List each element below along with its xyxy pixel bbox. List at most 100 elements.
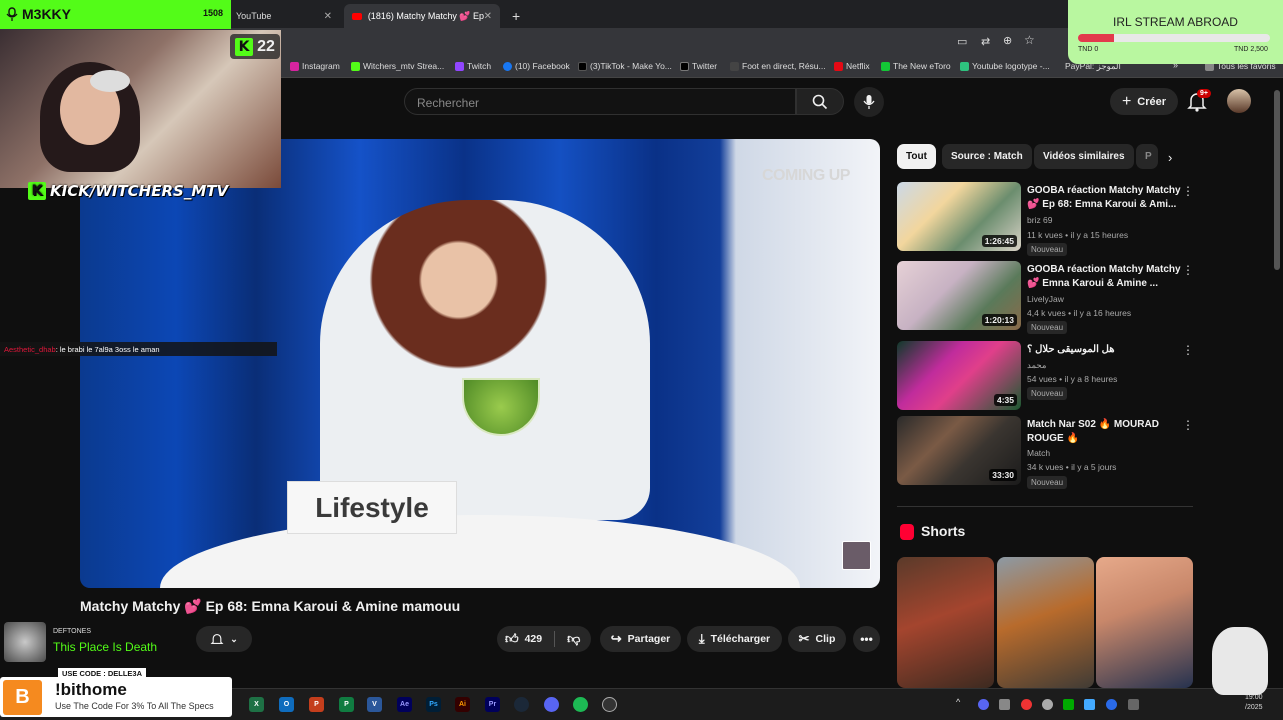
recommendation-item[interactable]: 1:20:13 GOOBA réaction Matchy Matchy 💕 E… bbox=[897, 261, 1197, 334]
spotify-icon[interactable] bbox=[573, 697, 588, 712]
illustrator-icon[interactable]: Ai bbox=[455, 697, 470, 712]
page-scrollbar[interactable] bbox=[1274, 90, 1280, 270]
recommendation-channel[interactable]: briz 69 bbox=[1027, 215, 1053, 225]
search-icon bbox=[812, 94, 828, 109]
chip-all[interactable]: Tout bbox=[897, 144, 936, 169]
recommendation-title[interactable]: Match Nar S02 🔥 MOURAD ROUGE 🔥 bbox=[1027, 418, 1187, 446]
recommendation-channel[interactable]: Match bbox=[1027, 448, 1050, 458]
tray-app-icon[interactable] bbox=[1042, 699, 1053, 710]
short-thumbnail[interactable] bbox=[997, 557, 1094, 688]
more-vertical-icon[interactable]: ⋮ bbox=[1182, 184, 1194, 198]
bookmark-etoro[interactable]: The New eToro bbox=[881, 61, 951, 71]
tray-app-icon[interactable] bbox=[1063, 699, 1074, 710]
tray-app-icon[interactable] bbox=[1021, 699, 1032, 710]
like-dislike-group: 👍︎ 429 👎︎ bbox=[497, 626, 591, 652]
shorts-heading: Shorts bbox=[921, 523, 966, 539]
bookmark-foot[interactable]: Foot en direct, Résu... bbox=[730, 61, 826, 71]
system-clock[interactable]: 19:00 /2025 bbox=[1245, 693, 1263, 713]
search-button[interactable] bbox=[796, 88, 844, 115]
share-button[interactable]: ↪ Partager bbox=[600, 626, 681, 652]
photoshop-icon[interactable]: Ps bbox=[426, 697, 441, 712]
powerpoint-icon[interactable]: P bbox=[309, 697, 324, 712]
bookmark-star-icon[interactable]: ☆ bbox=[1024, 33, 1035, 47]
recommendation-item[interactable]: 4:35 هل الموسيقى حلال ؟ محمد 54 vues • i… bbox=[897, 341, 1197, 411]
recommendation-channel[interactable]: LivelyJaw bbox=[1027, 294, 1064, 304]
chip-related-videos[interactable]: Vidéos similaires bbox=[1034, 144, 1134, 169]
steam-icon[interactable] bbox=[514, 697, 529, 712]
video-duration: 33:30 bbox=[989, 469, 1017, 481]
thumb-down-icon: 👎︎ bbox=[567, 631, 581, 646]
premiere-icon[interactable]: Pr bbox=[485, 697, 500, 712]
video-duration: 4:35 bbox=[993, 394, 1017, 406]
visio-icon[interactable]: V bbox=[367, 697, 382, 712]
bookmark-tiktok[interactable]: (3)TikTok - Make Yo... bbox=[578, 61, 672, 71]
short-thumbnail[interactable] bbox=[897, 557, 994, 688]
more-vertical-icon[interactable]: ⋮ bbox=[1182, 418, 1194, 432]
chip-source-match[interactable]: Source : Match bbox=[942, 144, 1032, 169]
new-badge: Nouveau bbox=[1027, 476, 1068, 489]
search-input[interactable]: Rechercher bbox=[404, 88, 796, 115]
chevron-down-icon: ⌄ bbox=[230, 633, 238, 644]
voice-search-button[interactable] bbox=[854, 87, 884, 117]
zoom-icon[interactable]: ⊕ bbox=[1003, 34, 1012, 47]
excel-icon[interactable]: X bbox=[249, 697, 264, 712]
bookmark-facebook[interactable]: (10) Facebook bbox=[503, 61, 570, 71]
chip-more[interactable]: P bbox=[1136, 144, 1158, 169]
bookmark-netflix[interactable]: Netflix bbox=[834, 61, 870, 71]
account-avatar[interactable] bbox=[1227, 89, 1251, 113]
bookmark-youtube-logotype[interactable]: Youtube logotype -... bbox=[960, 61, 1050, 71]
tab-youtube[interactable]: YouTube ✕ bbox=[228, 4, 340, 28]
close-tab-icon[interactable]: ✕ bbox=[484, 11, 492, 22]
discord-icon[interactable] bbox=[544, 697, 559, 712]
tray-app-icon[interactable] bbox=[1128, 699, 1139, 710]
like-button[interactable]: 👍︎ 429 bbox=[505, 631, 542, 647]
clip-button[interactable]: ✂ Clip bbox=[788, 626, 846, 652]
tray-app-icon[interactable] bbox=[1084, 699, 1095, 710]
bluetooth-icon[interactable] bbox=[1106, 699, 1117, 710]
microphone-icon bbox=[863, 95, 875, 109]
translate-icon[interactable]: ⇄ bbox=[981, 35, 990, 48]
short-thumbnail[interactable] bbox=[1096, 557, 1193, 688]
video-thumbnail[interactable]: 1:20:13 bbox=[897, 261, 1021, 330]
bookmark-twitch[interactable]: Twitch bbox=[455, 61, 491, 71]
recommendation-channel[interactable]: محمد bbox=[1027, 360, 1046, 371]
chat-text: : le brabi le 7al9a 3oss le aman bbox=[55, 345, 160, 354]
goal-title: IRL STREAM ABROAD bbox=[1113, 15, 1238, 29]
video-thumbnail[interactable]: 1:26:45 bbox=[897, 182, 1021, 251]
recommendation-title[interactable]: GOOBA réaction Matchy Matchy 💕 Emna Karo… bbox=[1027, 263, 1187, 291]
channel-watermark-icon[interactable] bbox=[842, 541, 871, 570]
more-actions-button[interactable]: ••• bbox=[853, 626, 880, 652]
obs-icon[interactable] bbox=[602, 697, 617, 712]
bookmark-instagram[interactable]: Instagram bbox=[290, 61, 340, 71]
scissors-icon: ✂ bbox=[798, 631, 810, 646]
video-thumbnail[interactable]: 33:30 bbox=[897, 416, 1021, 485]
video-thumbnail[interactable]: 4:35 bbox=[897, 341, 1021, 410]
tab-matchy-matchy[interactable]: (1816) Matchy Matchy 💕 Ep 6 ✕ bbox=[344, 4, 500, 28]
subscribe-bell-button[interactable]: ⌄ bbox=[196, 626, 252, 652]
recommendation-title[interactable]: هل الموسيقى حلال ؟ bbox=[1027, 343, 1187, 357]
dislike-button[interactable]: 👎︎ bbox=[567, 631, 580, 647]
recommendation-title[interactable]: GOOBA réaction Matchy Matchy 💕 Ep 68: Em… bbox=[1027, 184, 1187, 212]
tray-discord-icon[interactable] bbox=[978, 699, 989, 710]
tray-app-icon[interactable] bbox=[999, 699, 1010, 710]
after-effects-icon[interactable]: Ae bbox=[397, 697, 412, 712]
publisher-icon[interactable]: P bbox=[339, 697, 354, 712]
chips-next-chevron-icon[interactable]: › bbox=[1168, 150, 1172, 165]
cast-icon[interactable]: ▭ bbox=[957, 35, 967, 48]
share-arrow-icon: ↪ bbox=[610, 631, 622, 646]
plus-icon: + bbox=[1121, 92, 1132, 110]
new-tab-plus-icon[interactable]: + bbox=[504, 4, 524, 28]
clock-date: /2025 bbox=[1245, 704, 1263, 711]
tray-expand-chevron-icon[interactable]: ^ bbox=[956, 697, 960, 707]
more-vertical-icon[interactable]: ⋮ bbox=[1182, 263, 1194, 277]
outlook-icon[interactable]: O bbox=[279, 697, 294, 712]
download-button[interactable]: ⤓ Télécharger bbox=[687, 626, 782, 652]
bookmark-witchers[interactable]: Witchers_mtv Strea... bbox=[351, 61, 444, 71]
thumb-up-icon: 👍︎ bbox=[505, 631, 519, 646]
bookmark-twitter[interactable]: Twitter bbox=[680, 61, 717, 71]
recommendation-item[interactable]: 1:26:45 GOOBA réaction Matchy Matchy 💕 E… bbox=[897, 182, 1197, 256]
close-tab-icon[interactable]: ✕ bbox=[324, 11, 332, 22]
more-vertical-icon[interactable]: ⋮ bbox=[1182, 343, 1194, 357]
recommendation-item[interactable]: 33:30 Match Nar S02 🔥 MOURAD ROUGE 🔥 Mat… bbox=[897, 416, 1197, 489]
create-button[interactable]: + Créer bbox=[1110, 88, 1178, 115]
